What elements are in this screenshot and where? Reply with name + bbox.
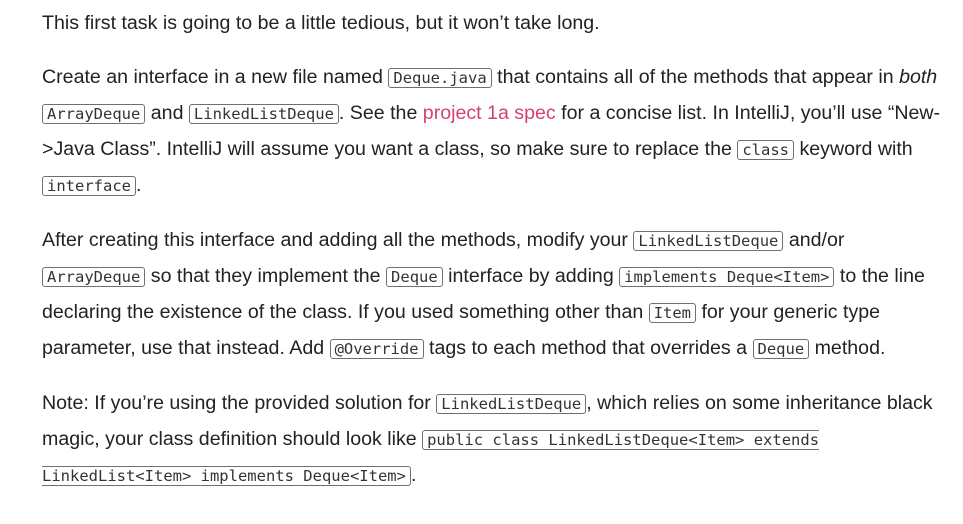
text-span: Note: If you’re using the provided solut…: [42, 392, 437, 414]
intro-text: This first task is going to be a little …: [42, 12, 600, 34]
code-deque: Deque: [386, 267, 443, 287]
code-deque-java: Deque.java: [388, 68, 492, 88]
text-span: Create an interface in a new file named: [42, 66, 389, 88]
code-interface: interface: [42, 176, 136, 196]
code-linkedlistdeque: LinkedListDeque: [188, 104, 339, 124]
code-deque: Deque: [752, 339, 810, 359]
text-span: method.: [809, 337, 886, 359]
code-arraydeque: ArrayDeque: [42, 267, 146, 287]
code-override: @Override: [329, 339, 424, 359]
text-span: keyword with: [794, 138, 913, 160]
create-interface-paragraph: Create an interface in a new file named …: [42, 60, 947, 204]
code-class: class: [737, 140, 795, 160]
text-span: so that they implement the: [145, 265, 387, 287]
text-span: interface by adding: [442, 265, 620, 287]
project-1a-spec-link[interactable]: project 1a spec: [423, 102, 556, 124]
text-span: and: [145, 102, 189, 124]
document-body: This first task is going to be a little …: [42, 6, 947, 513]
text-span: and/or: [783, 229, 845, 251]
note-paragraph: Note: If you’re using the provided solut…: [42, 386, 947, 494]
implement-paragraph: After creating this interface and adding…: [42, 223, 947, 367]
text-span: tags to each method that overrides a: [423, 337, 753, 359]
text-span: .: [136, 174, 142, 196]
intro-paragraph: This first task is going to be a little …: [42, 6, 947, 41]
code-implements-deque: implements Deque<Item>: [619, 267, 835, 287]
code-arraydeque: ArrayDeque: [42, 104, 146, 124]
text-span: After creating this interface and adding…: [42, 229, 634, 251]
emphasis-both: both: [899, 66, 938, 88]
text-span: that contains all of the methods that ap…: [491, 66, 900, 88]
text-span: . See the: [338, 102, 423, 124]
code-item: Item: [648, 303, 697, 323]
code-linkedlistdeque: LinkedListDeque: [436, 394, 587, 414]
text-span: .: [410, 464, 417, 486]
code-linkedlistdeque: LinkedListDeque: [633, 231, 784, 251]
